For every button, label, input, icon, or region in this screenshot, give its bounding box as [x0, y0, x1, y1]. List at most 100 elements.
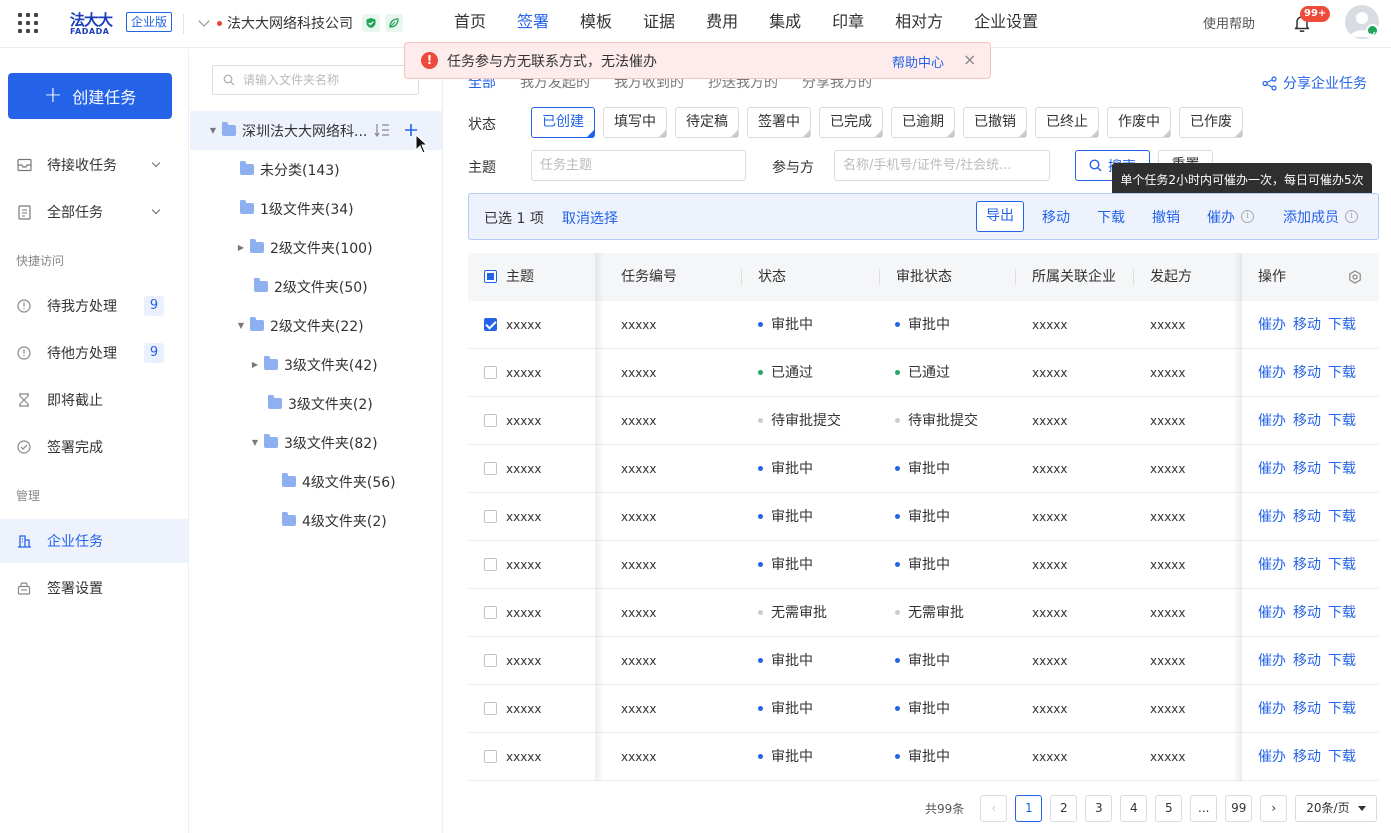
- company-switcher[interactable]: 法大大网络科技公司: [198, 12, 403, 34]
- row-download-link[interactable]: 下载: [1328, 349, 1356, 397]
- move-button[interactable]: 移动: [1042, 207, 1070, 227]
- status-chip[interactable]: 填写中: [603, 107, 667, 138]
- add-member-button[interactable]: 添加成员 i: [1283, 207, 1358, 227]
- close-icon[interactable]: ×: [963, 50, 976, 69]
- gear-icon[interactable]: [1348, 270, 1362, 284]
- page-button[interactable]: 1: [1015, 794, 1043, 822]
- table-row[interactable]: xxxxx xxxxx 审批中 审批中 xxxxx xxxxx 催办 移动 下载: [468, 685, 1379, 733]
- page-button[interactable]: 4: [1120, 794, 1148, 822]
- help-center-link[interactable]: 帮助中心: [892, 52, 944, 71]
- sidebar-item-completed[interactable]: 签署完成: [0, 425, 189, 469]
- caret-right-icon[interactable]: ▶: [250, 360, 260, 369]
- table-row[interactable]: xxxxx xxxxx 审批中 审批中 xxxxx xxxxx 催办 移动 下载: [468, 493, 1379, 541]
- status-chip[interactable]: 已逾期: [891, 107, 955, 138]
- caret-down-icon[interactable]: ▼: [208, 126, 218, 135]
- row-urge-link[interactable]: 催办: [1258, 445, 1286, 493]
- row-move-link[interactable]: 移动: [1293, 445, 1321, 493]
- row-checkbox[interactable]: [484, 606, 497, 619]
- page-size-select[interactable]: 20条/页: [1295, 794, 1377, 822]
- row-checkbox[interactable]: [484, 366, 497, 379]
- status-chip[interactable]: 已创建: [531, 107, 595, 138]
- tree-node[interactable]: 2级文件夹(50): [190, 267, 442, 306]
- page-button[interactable]: 3: [1085, 794, 1113, 822]
- status-chip[interactable]: 已撤销: [963, 107, 1027, 138]
- row-move-link[interactable]: 移动: [1293, 493, 1321, 541]
- row-move-link[interactable]: 移动: [1293, 397, 1321, 445]
- tree-node[interactable]: 3级文件夹(2): [190, 384, 442, 423]
- status-chip[interactable]: 已完成: [819, 107, 883, 138]
- prev-page-button[interactable]: ‹: [980, 794, 1008, 822]
- status-chip[interactable]: 已作废: [1179, 107, 1243, 138]
- table-row[interactable]: xxxxx xxxxx 已通过 已通过 xxxxx xxxxx 催办 移动 下载: [468, 349, 1379, 397]
- row-move-link[interactable]: 移动: [1293, 541, 1321, 589]
- tree-node[interactable]: 4级文件夹(56): [190, 462, 442, 501]
- tree-node[interactable]: 4级文件夹(2): [190, 501, 442, 540]
- table-row[interactable]: xxxxx xxxxx 审批中 审批中 xxxxx xxxxx 催办 移动 下载: [468, 301, 1379, 349]
- table-row[interactable]: xxxxx xxxxx 审批中 审批中 xxxxx xxxxx 催办 移动 下载: [468, 733, 1379, 781]
- row-download-link[interactable]: 下载: [1328, 637, 1356, 685]
- row-move-link[interactable]: 移动: [1293, 589, 1321, 637]
- row-urge-link[interactable]: 催办: [1258, 301, 1286, 349]
- table-row[interactable]: xxxxx xxxxx 无需审批 无需审批 xxxxx xxxxx 催办 移动 下载: [468, 589, 1379, 637]
- row-checkbox[interactable]: [484, 318, 497, 331]
- row-urge-link[interactable]: 催办: [1258, 637, 1286, 685]
- page-button[interactable]: 2: [1050, 794, 1078, 822]
- share-enterprise-tasks-button[interactable]: 分享企业任务: [1262, 73, 1367, 93]
- nav-fees[interactable]: 费用: [706, 0, 738, 48]
- subject-field[interactable]: [531, 150, 746, 181]
- sidebar-item-expiring[interactable]: 即将截止: [0, 378, 189, 422]
- row-download-link[interactable]: 下载: [1328, 589, 1356, 637]
- row-download-link[interactable]: 下载: [1328, 397, 1356, 445]
- row-move-link[interactable]: 移动: [1293, 733, 1321, 781]
- row-download-link[interactable]: 下载: [1328, 733, 1356, 781]
- row-urge-link[interactable]: 催办: [1258, 493, 1286, 541]
- row-move-link[interactable]: 移动: [1293, 685, 1321, 733]
- row-move-link[interactable]: 移动: [1293, 637, 1321, 685]
- tree-node[interactable]: ▶ 2级文件夹(100): [190, 228, 442, 267]
- nav-templates[interactable]: 模板: [580, 0, 612, 48]
- row-urge-link[interactable]: 催办: [1258, 733, 1286, 781]
- revoke-button[interactable]: 撤销: [1152, 207, 1180, 227]
- tree-node[interactable]: ▼ 深圳法大大网络科...: [190, 111, 442, 150]
- row-download-link[interactable]: 下载: [1328, 445, 1356, 493]
- sidebar-item-to-receive[interactable]: 待接收任务: [0, 143, 189, 187]
- row-urge-link[interactable]: 催办: [1258, 685, 1286, 733]
- status-chip[interactable]: 作废中: [1107, 107, 1171, 138]
- page-button[interactable]: 5: [1155, 794, 1183, 822]
- folder-search[interactable]: [212, 65, 419, 95]
- table-row[interactable]: xxxxx xxxxx 审批中 审批中 xxxxx xxxxx 催办 移动 下载: [468, 445, 1379, 493]
- page-button[interactable]: 99: [1225, 794, 1253, 822]
- sidebar-item-pending-others[interactable]: 待他方处理 9: [0, 331, 189, 375]
- page-ellipsis[interactable]: ...: [1190, 794, 1218, 822]
- row-urge-link[interactable]: 催办: [1258, 397, 1286, 445]
- sidebar-item-all-tasks[interactable]: 全部任务: [0, 190, 189, 234]
- sidebar-item-pending-us[interactable]: 待我方处理 9: [0, 284, 189, 328]
- nav-enterprise-settings[interactable]: 企业设置: [974, 0, 1038, 48]
- row-checkbox[interactable]: [484, 702, 497, 715]
- app-grid-icon[interactable]: [18, 13, 38, 33]
- row-download-link[interactable]: 下载: [1328, 493, 1356, 541]
- tree-node[interactable]: ▼ 2级文件夹(22): [190, 306, 442, 345]
- row-urge-link[interactable]: 催办: [1258, 589, 1286, 637]
- tree-node[interactable]: 未分类(143): [190, 150, 442, 189]
- row-download-link[interactable]: 下载: [1328, 685, 1356, 733]
- subject-input[interactable]: [540, 158, 745, 173]
- export-button[interactable]: 导出: [976, 201, 1024, 232]
- nav-integration[interactable]: 集成: [769, 0, 801, 48]
- folder-search-input[interactable]: [243, 73, 413, 87]
- sort-icon[interactable]: [374, 123, 390, 137]
- row-checkbox[interactable]: [484, 750, 497, 763]
- nav-evidence[interactable]: 证据: [643, 0, 675, 48]
- status-chip[interactable]: 签署中: [747, 107, 811, 138]
- row-urge-link[interactable]: 催办: [1258, 541, 1286, 589]
- tree-node[interactable]: ▶ 3级文件夹(42): [190, 345, 442, 384]
- status-chip[interactable]: 已终止: [1035, 107, 1099, 138]
- logo[interactable]: 法大大 FADADA: [70, 9, 120, 37]
- row-download-link[interactable]: 下载: [1328, 541, 1356, 589]
- table-row[interactable]: xxxxx xxxxx 待审批提交 待审批提交 xxxxx xxxxx 催办 移动 下载: [468, 397, 1379, 445]
- next-page-button[interactable]: ›: [1260, 794, 1288, 822]
- row-checkbox[interactable]: [484, 462, 497, 475]
- row-move-link[interactable]: 移动: [1293, 301, 1321, 349]
- party-input[interactable]: [843, 158, 1049, 173]
- table-row[interactable]: xxxxx xxxxx 审批中 审批中 xxxxx xxxxx 催办 移动 下载: [468, 541, 1379, 589]
